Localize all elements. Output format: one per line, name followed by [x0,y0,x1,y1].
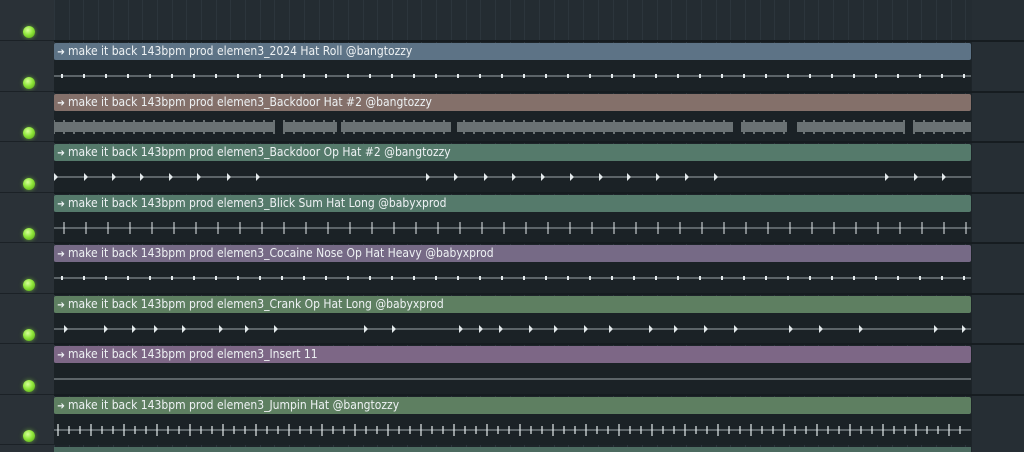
track-enable-led-icon[interactable] [23,380,35,392]
track-divider [0,141,54,142]
row-separator [54,242,1024,244]
row-separator [54,141,1024,143]
track-divider [0,91,54,92]
audio-clip[interactable]: ➔ make it back 143bpm prod elemen3_Crank … [54,296,971,344]
clip-waveform [54,161,971,192]
track-divider [0,40,54,41]
clip-waveform [54,262,971,293]
clip-label: make it back 143bpm prod elemen3_Insert … [68,347,318,361]
row-separator [54,91,1024,93]
track-enable-led-icon[interactable] [23,127,35,139]
audio-clip[interactable]: ➔ make it back 143bpm prod elemen3_Blick … [54,195,971,243]
clip-waveform [54,111,971,142]
track-divider [0,343,54,344]
clip-arrow-icon[interactable]: ➔ [54,347,68,363]
clip-label: make it back 143bpm prod elemen3_Jumpin … [68,398,400,412]
waveform-svg [54,222,971,234]
track-divider [0,394,54,395]
track-enable-led-icon[interactable] [23,228,35,240]
clip-waveform [54,363,971,394]
clip-arrow-icon[interactable]: ➔ [54,44,68,60]
clip-arrow-icon[interactable]: ➔ [54,297,68,313]
audio-clip[interactable]: ➔ make it back 143bpm prod elemen3_Insert… [54,346,971,394]
clip-header[interactable]: ➔ make it back 143bpm prod elemen3_Backdo… [54,94,971,111]
waveform-svg [54,325,971,333]
audio-clip[interactable]: ➔ make it back 143bpm prod elemen3_Cocain… [54,245,971,293]
clip-waveform [54,212,971,243]
clip-partial-bottom[interactable] [54,447,971,452]
clip-waveform [54,60,971,91]
track-divider [0,293,54,294]
clip-header[interactable]: ➔ make it back 143bpm prod elemen3_Jumpin… [54,397,971,414]
row-separator [54,293,1024,295]
track-divider [0,192,54,193]
clip-header[interactable]: ➔ make it back 143bpm prod elemen3_Crank … [54,296,971,313]
track-divider [0,444,54,445]
row-separator [54,394,1024,396]
clip-label: make it back 143bpm prod elemen3_Cocaine… [68,246,494,260]
track-enable-led-icon[interactable] [23,329,35,341]
track-enable-led-icon[interactable] [23,430,35,442]
clip-waveform [54,313,971,344]
track-enable-led-icon[interactable] [23,26,35,38]
track-enable-led-icon[interactable] [23,178,35,190]
audio-clip[interactable]: ➔ make it back 143bpm prod elemen3_Jumpin… [54,397,971,445]
clip-header[interactable]: ➔ make it back 143bpm prod elemen3_Insert… [54,346,971,363]
clip-header[interactable]: ➔ make it back 143bpm prod elemen3_Backdo… [54,144,971,161]
waveform-svg [54,424,971,436]
track-enable-led-icon[interactable] [23,77,35,89]
waveform-svg [54,173,971,181]
audio-clip[interactable]: ➔ make it back 143bpm prod elemen3_Backdo… [54,94,971,142]
waveform-svg [54,276,971,280]
clip-label: make it back 143bpm prod elemen3_Backdoo… [68,145,451,159]
clip-label: make it back 143bpm prod elemen3_Crank O… [68,297,444,311]
row-separator [54,40,1024,42]
clip-arrow-icon[interactable]: ➔ [54,398,68,414]
audio-clip[interactable]: ➔ make it back 143bpm prod elemen3_2024 H… [54,43,971,91]
clip-header[interactable]: ➔ make it back 143bpm prod elemen3_Blick … [54,195,971,212]
row-separator [54,192,1024,194]
clip-label: make it back 143bpm prod elemen3_Blick S… [68,196,447,210]
clip-arrow-icon[interactable]: ➔ [54,95,68,111]
row-separator [54,343,1024,345]
clip-header[interactable]: ➔ make it back 143bpm prod elemen3_2024 H… [54,43,971,60]
clip-label: make it back 143bpm prod elemen3_2024 Ha… [68,44,413,58]
waveform-svg [54,120,971,134]
waveform-svg [54,378,971,380]
track-enable-led-icon[interactable] [23,279,35,291]
clip-waveform [54,414,971,445]
clip-label: make it back 143bpm prod elemen3_Backdoo… [68,95,432,109]
track-divider [0,242,54,243]
audio-clip[interactable]: ➔ make it back 143bpm prod elemen3_Backdo… [54,144,971,192]
playlist-right-margin [972,0,1024,452]
waveform-svg [54,74,971,78]
clip-arrow-icon[interactable]: ➔ [54,196,68,212]
clip-arrow-icon[interactable]: ➔ [54,246,68,262]
clip-header[interactable]: ➔ make it back 143bpm prod elemen3_Cocain… [54,245,971,262]
clip-arrow-icon[interactable]: ➔ [54,145,68,161]
